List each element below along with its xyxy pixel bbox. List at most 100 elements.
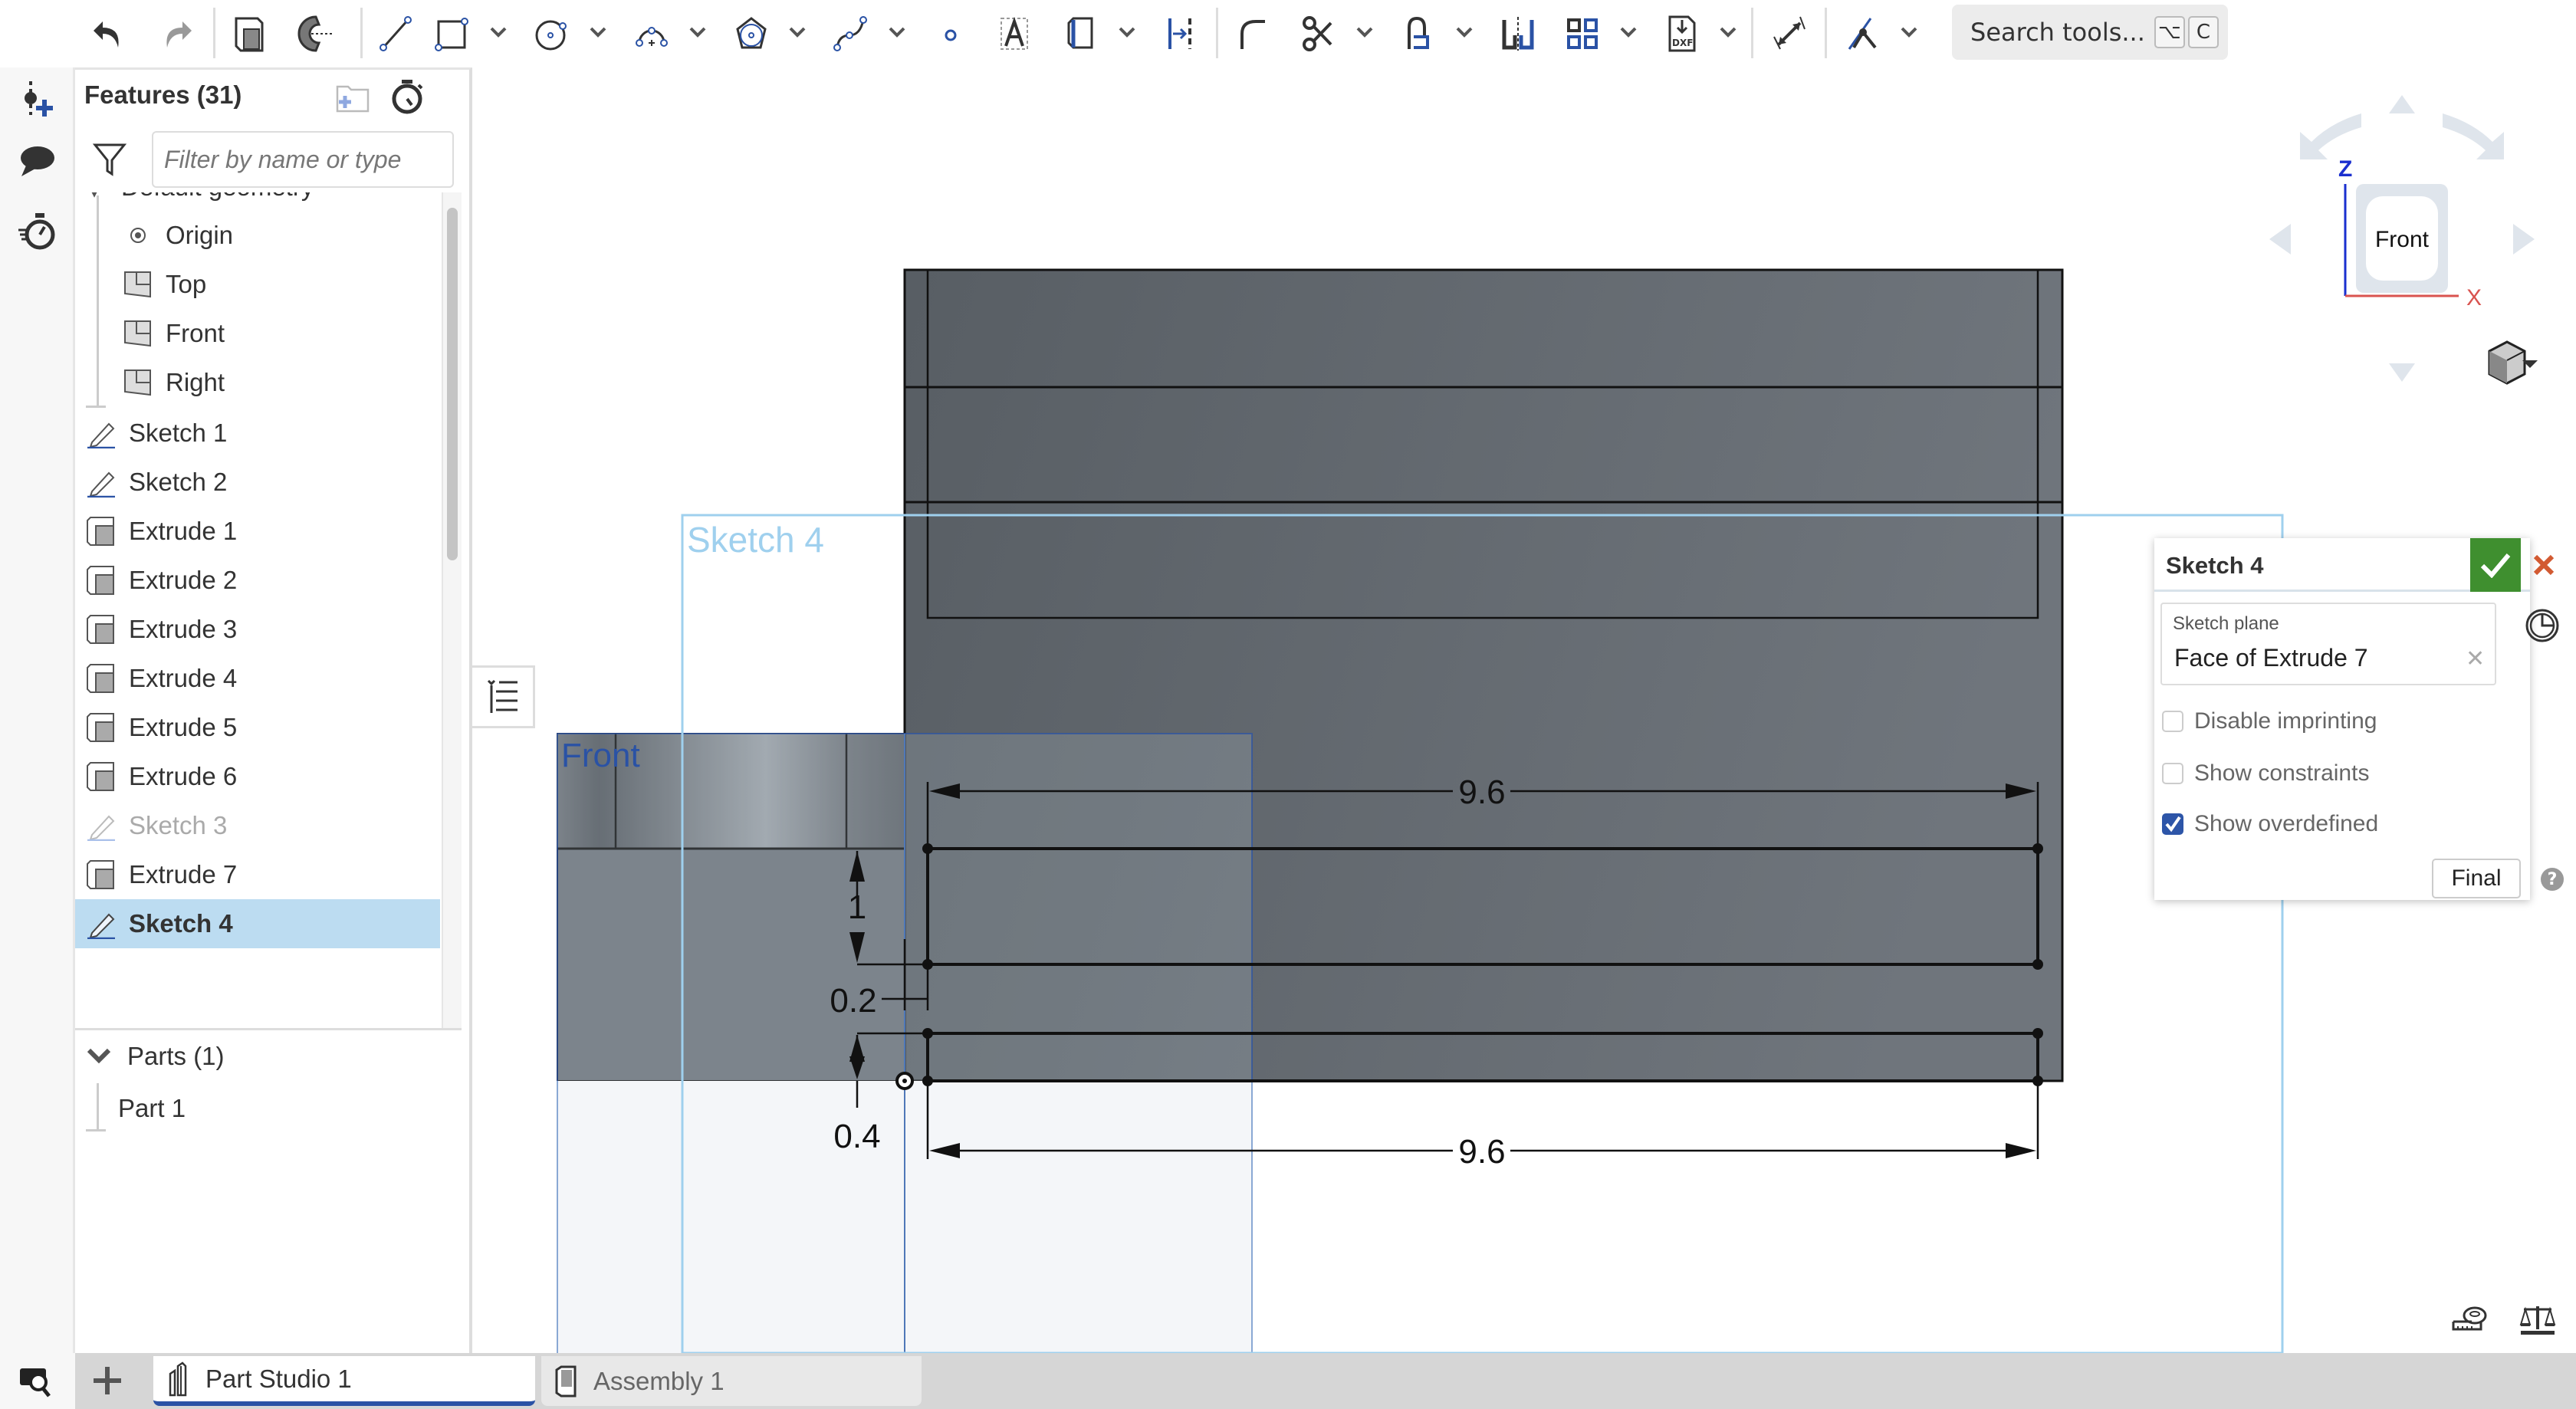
constraint-dropdown[interactable]: [1897, 20, 1921, 44]
tab-part-studio-1[interactable]: Part Studio 1: [153, 1356, 535, 1406]
folder-add-icon: [336, 85, 370, 113]
dxf-import-button[interactable]: DXF: [1656, 8, 1708, 60]
view-down-arrow[interactable]: [2389, 363, 2415, 382]
pattern-dropdown[interactable]: [1616, 20, 1641, 44]
tree-item-label: Origin: [166, 221, 234, 249]
help-icon[interactable]: ?: [2541, 868, 2564, 891]
add-tab-button[interactable]: [83, 1358, 132, 1404]
tree-item-top[interactable]: Top: [75, 260, 440, 309]
construction-dropdown[interactable]: [1115, 20, 1139, 44]
tree-item-sketch-1[interactable]: Sketch 1: [75, 409, 440, 458]
dimension-tool-button[interactable]: [1763, 8, 1815, 60]
revolve-button[interactable]: [290, 8, 342, 60]
extrude-button[interactable]: [224, 8, 276, 60]
accept-button[interactable]: [2470, 538, 2521, 592]
tab-assembly-1[interactable]: Assembly 1: [541, 1356, 922, 1406]
spline-tool-button[interactable]: [825, 8, 877, 60]
tree-item-sketch-2[interactable]: Sketch 2: [75, 458, 440, 507]
part-item[interactable]: Part 1: [118, 1094, 186, 1123]
checkbox-box[interactable]: [2162, 711, 2183, 732]
search-tools-button[interactable]: Search tools... ⌥ C: [1952, 5, 2228, 60]
circle-dropdown[interactable]: [586, 20, 610, 44]
rectangle-tool-button[interactable]: [426, 8, 478, 60]
construction-tool-button[interactable]: [1055, 8, 1107, 60]
disable-imprinting-checkbox[interactable]: Disable imprinting: [2162, 708, 2377, 734]
tree-item-front[interactable]: Front: [75, 309, 440, 358]
add-folder-button[interactable]: [334, 82, 371, 113]
offset-tool-button[interactable]: [1155, 8, 1207, 60]
text-tool-button[interactable]: [989, 8, 1041, 60]
filter-input[interactable]: [152, 131, 454, 188]
mass-properties-button[interactable]: [2518, 1303, 2558, 1337]
sketch-point[interactable]: [2032, 1028, 2043, 1039]
view-left-arrow[interactable]: [2269, 224, 2291, 255]
trim-tool-button[interactable]: [1293, 8, 1345, 60]
tree-group-default-geometry[interactable]: ▾ Default geometry: [75, 192, 440, 208]
trim-dropdown[interactable]: [1352, 20, 1377, 44]
tree-item-sketch-4[interactable]: Sketch 4: [75, 899, 440, 948]
feature-tree-scrollbar[interactable]: [442, 192, 462, 1028]
tree-item-sketch-3[interactable]: Sketch 3: [75, 801, 440, 850]
use-dropdown[interactable]: [1452, 20, 1477, 44]
rollback-timer-button[interactable]: [388, 77, 426, 116]
tree-item-extrude-4[interactable]: Extrude 4: [75, 654, 440, 703]
filter-button[interactable]: [92, 140, 127, 179]
arc-tool-button[interactable]: [626, 8, 678, 60]
show-overdefined-checkbox[interactable]: Show overdefined: [2162, 811, 2378, 837]
rotate-right-arrow[interactable]: [2443, 113, 2504, 159]
undo-button[interactable]: [83, 8, 135, 60]
spline-dropdown[interactable]: [885, 20, 909, 44]
checkbox-box[interactable]: [2162, 813, 2183, 835]
tree-item-extrude-1[interactable]: Extrude 1: [75, 507, 440, 556]
scrollbar-thumb[interactable]: [447, 208, 458, 560]
checkbox-box[interactable]: [2162, 763, 2183, 784]
measure-button[interactable]: [2450, 1303, 2490, 1337]
tree-item-origin[interactable]: Origin: [75, 211, 440, 260]
rectangle-dropdown[interactable]: [486, 20, 511, 44]
tree-item-extrude-5[interactable]: Extrude 5: [75, 703, 440, 752]
polygon-tool-button[interactable]: [725, 8, 777, 60]
view-right-arrow[interactable]: [2513, 224, 2535, 255]
circle-tool-button[interactable]: [526, 8, 578, 60]
tab-manager-button[interactable]: [0, 1353, 75, 1409]
feature-list-collapse-button[interactable]: [472, 665, 535, 728]
rotate-left-arrow[interactable]: [2300, 113, 2361, 159]
tree-item-extrude-3[interactable]: Extrude 3: [75, 605, 440, 654]
tree-item-extrude-2[interactable]: Extrude 2: [75, 556, 440, 605]
point-tool-button[interactable]: [925, 8, 977, 60]
cancel-button[interactable]: [2521, 538, 2567, 592]
final-button[interactable]: Final: [2432, 859, 2521, 898]
line-tool-button[interactable]: [370, 8, 422, 60]
view-mode-button[interactable]: [2488, 340, 2538, 385]
view-up-arrow[interactable]: [2389, 95, 2415, 113]
toolbar-divider: [1216, 8, 1218, 58]
pattern-tool-button[interactable]: [1556, 8, 1608, 60]
sketch-side-toggle-button[interactable]: [2522, 606, 2562, 645]
sketch-fillet-button[interactable]: [1227, 8, 1279, 60]
parts-header[interactable]: Parts (1): [86, 1042, 225, 1071]
constraint-tool-button[interactable]: [1837, 8, 1889, 60]
sketch-point[interactable]: [2032, 959, 2043, 970]
tree-item-right[interactable]: Right: [75, 358, 440, 407]
dimension-value[interactable]: 9.6: [1458, 1133, 1505, 1171]
arc-dropdown[interactable]: [685, 20, 710, 44]
clear-selection-icon[interactable]: ✕: [2466, 645, 2485, 672]
view-cube[interactable]: Front Z X: [2254, 84, 2576, 406]
insert-mate-connector-button[interactable]: [11, 72, 64, 126]
dimension-value[interactable]: 1: [848, 888, 866, 926]
sketch-plane-field[interactable]: Sketch plane Face of Extrude 7 ✕: [2160, 603, 2496, 685]
dxf-dropdown[interactable]: [1716, 20, 1740, 44]
redo-button[interactable]: [150, 8, 202, 60]
dimension-value[interactable]: 0.2: [830, 982, 876, 1020]
use-tool-button[interactable]: [1392, 8, 1444, 60]
rollback-timer-button[interactable]: [11, 204, 64, 258]
tree-item-extrude-7[interactable]: Extrude 7: [75, 850, 440, 899]
show-constraints-checkbox[interactable]: Show constraints: [2162, 760, 2369, 787]
mirror-tool-button[interactable]: [1492, 8, 1544, 60]
tree-item-extrude-6[interactable]: Extrude 6: [75, 752, 440, 801]
dimension-value[interactable]: 9.6: [1458, 773, 1505, 811]
comments-button[interactable]: [11, 135, 64, 189]
polygon-dropdown[interactable]: [785, 20, 810, 44]
tree-indent-line: [97, 1083, 99, 1131]
dimension-value[interactable]: 0.4: [833, 1118, 880, 1155]
